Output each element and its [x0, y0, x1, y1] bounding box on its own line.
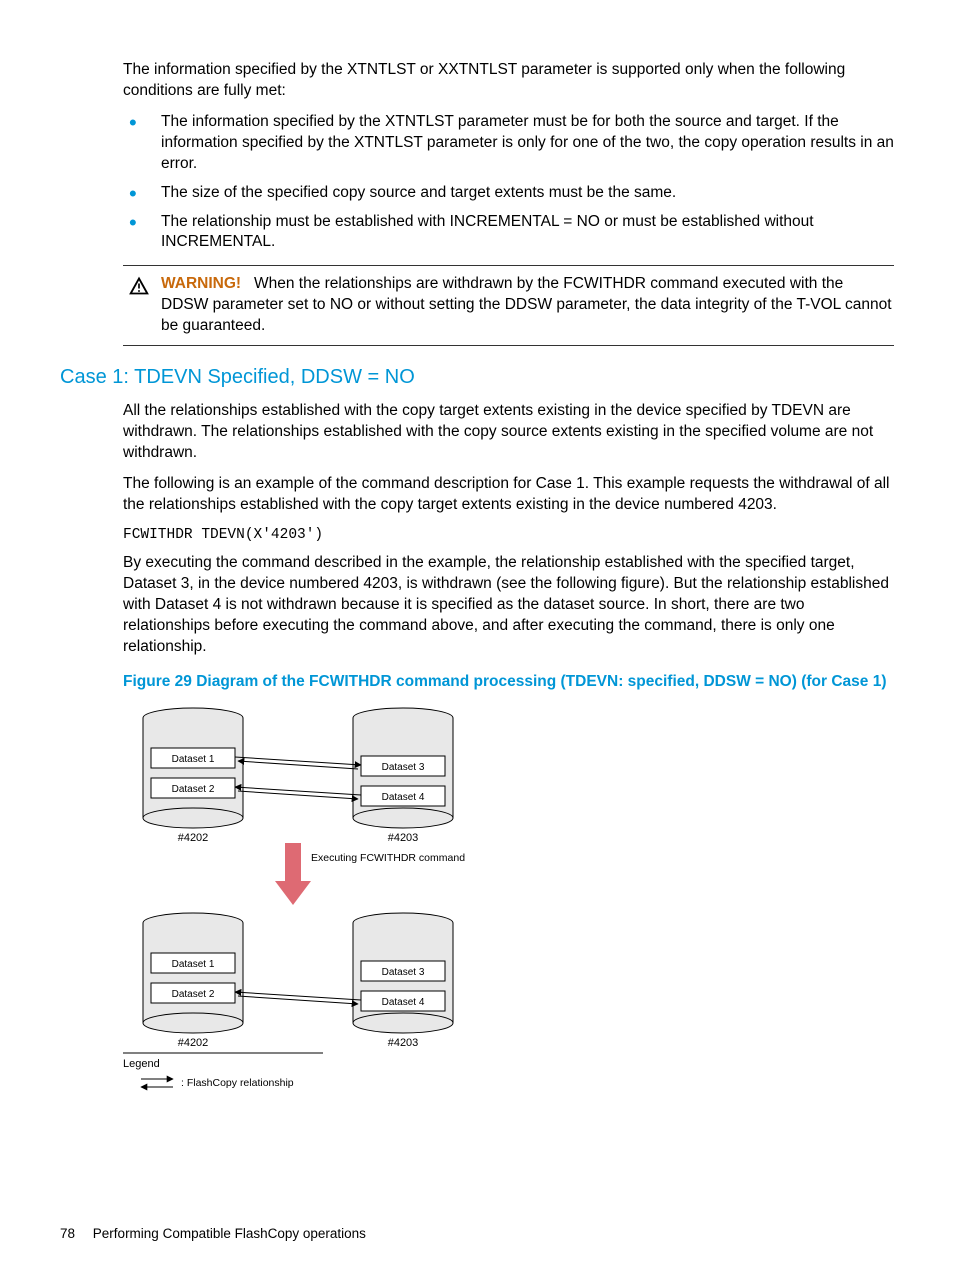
case1-p3: By executing the command described in th… — [123, 553, 894, 658]
dataset-label: Dataset 3 — [382, 967, 425, 978]
executing-text: Executing FCWITHDR command — [311, 852, 465, 864]
legend-title: Legend — [123, 1058, 160, 1070]
dataset-label: Dataset 1 — [172, 959, 215, 970]
volume-label: #4203 — [388, 832, 419, 844]
dataset-label: Dataset 3 — [382, 762, 425, 773]
dataset-label: Dataset 4 — [382, 792, 425, 803]
dataset-label: Dataset 2 — [172, 989, 215, 1000]
volume-label: #4202 — [178, 832, 209, 844]
dataset-label: Dataset 2 — [172, 784, 215, 795]
footer-section: Performing Compatible FlashCopy operatio… — [93, 1226, 366, 1241]
page-footer: 78 Performing Compatible FlashCopy opera… — [60, 1225, 366, 1243]
list-item: The information specified by the XTNTLST… — [123, 112, 894, 175]
legend-relationship: : FlashCopy relationship — [181, 1077, 294, 1089]
volume-label: #4202 — [178, 1037, 209, 1049]
volume-label: #4203 — [388, 1037, 419, 1049]
case1-p2: The following is an example of the comma… — [123, 474, 894, 516]
case1-heading: Case 1: TDEVN Specified, DDSW = NO — [60, 364, 904, 391]
warning-icon — [123, 274, 155, 337]
warning-block: WARNING! When the relationships are with… — [123, 265, 894, 346]
list-item: The size of the specified copy source an… — [123, 183, 894, 204]
figure-diagram: Dataset 1 Dataset 2 #4202 Dataset 3 Data… — [123, 703, 894, 1133]
figure-title: Figure 29 Diagram of the FCWITHDR comman… — [123, 672, 894, 693]
code-example: FCWITHDR TDEVN(X'4203') — [123, 526, 894, 546]
page-number: 78 — [60, 1226, 75, 1241]
conditions-list: The information specified by the XTNTLST… — [123, 112, 894, 254]
intro-paragraph: The information specified by the XTNTLST… — [123, 60, 894, 102]
dataset-label: Dataset 4 — [382, 997, 425, 1008]
dataset-label: Dataset 1 — [172, 754, 215, 765]
list-item: The relationship must be established wit… — [123, 212, 894, 254]
warning-text: When the relationships are withdrawn by … — [161, 275, 892, 334]
warning-label: WARNING! — [161, 275, 241, 292]
case1-p1: All the relationships established with t… — [123, 401, 894, 464]
